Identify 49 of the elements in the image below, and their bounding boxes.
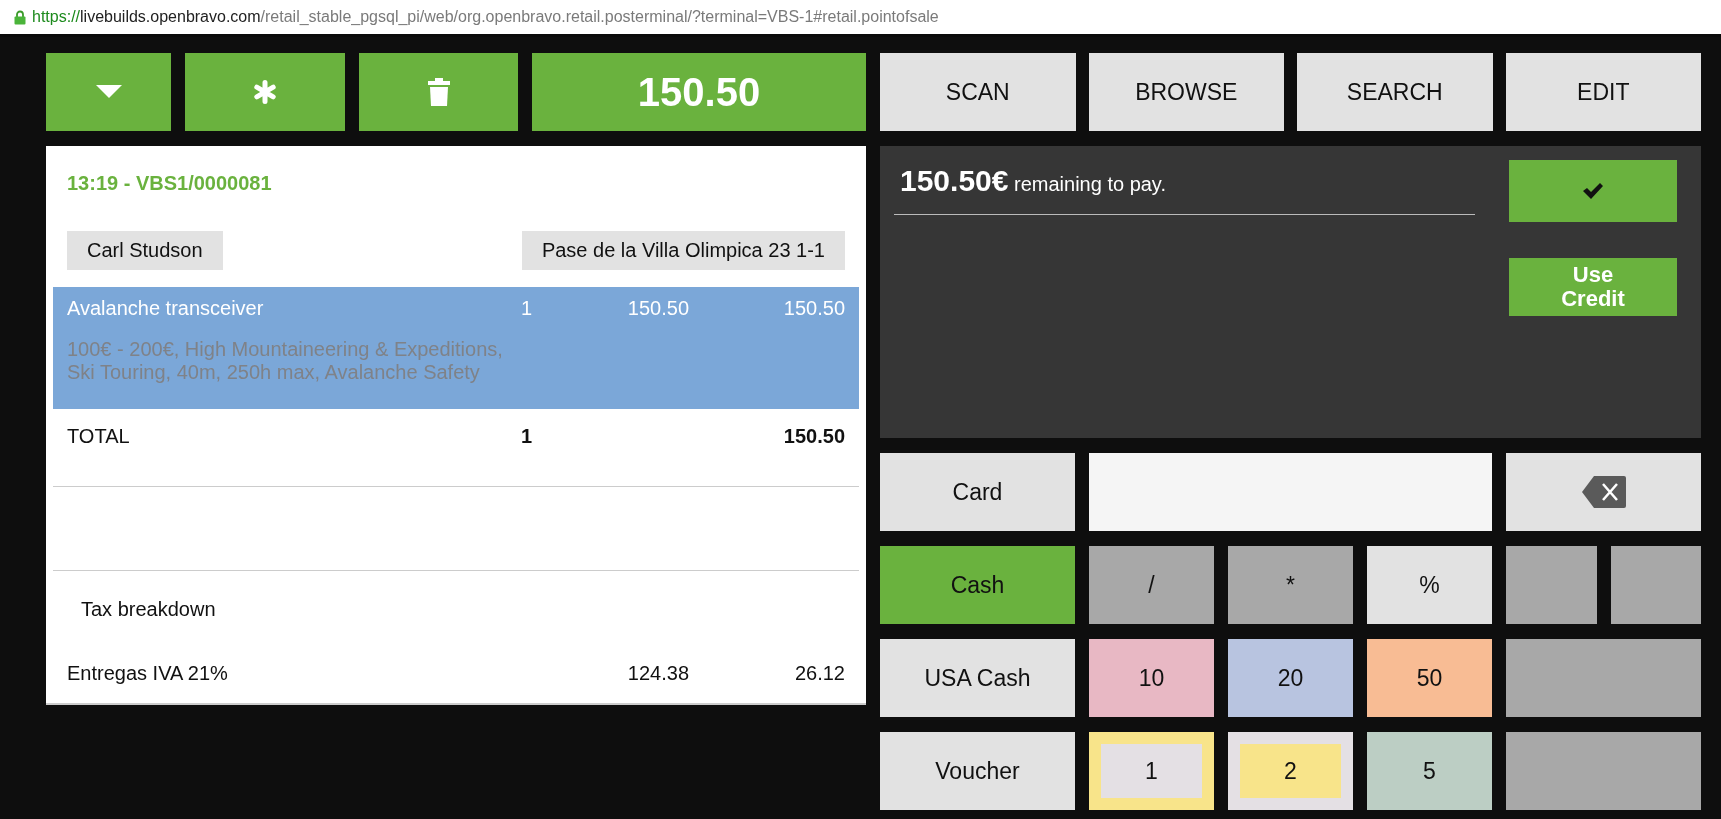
tab[interactable]: SEARCH <box>1297 53 1493 131</box>
caret-down-icon <box>95 85 122 99</box>
payment-method-button[interactable]: Card <box>880 453 1075 531</box>
remaining-to-pay-text: 150.50€ remaining to pay. <box>894 160 1475 215</box>
tax-name: Entregas IVA 21% <box>67 661 229 685</box>
keypad-key[interactable]: 2 <box>1228 732 1353 810</box>
line-amount: 150.50 <box>782 297 845 319</box>
tab[interactable]: SCAN <box>880 53 1076 131</box>
blank-key[interactable] <box>1506 546 1597 624</box>
keypad-key[interactable]: % <box>1367 546 1492 624</box>
keypad-key[interactable]: 10 <box>1089 639 1214 717</box>
tab[interactable]: EDIT <box>1505 53 1701 131</box>
blank-key[interactable] <box>1610 546 1701 624</box>
asterisk-icon <box>253 80 277 104</box>
keypad-key[interactable]: * <box>1228 546 1353 624</box>
payment-method-button[interactable]: Cash <box>880 546 1075 624</box>
customer-button[interactable]: Carl Studson <box>67 231 223 270</box>
tax-amount: 26.12 <box>793 661 845 685</box>
keypad-key[interactable]: 1 <box>1089 732 1214 810</box>
checkmark-icon <box>1583 183 1603 199</box>
trash-icon <box>427 78 450 106</box>
backspace-icon <box>1581 476 1626 508</box>
delete-button[interactable] <box>359 53 518 131</box>
keypad-key[interactable]: 20 <box>1228 639 1353 717</box>
tax-heading: Tax breakdown <box>81 598 216 620</box>
total-amount: 150.50 <box>783 425 845 447</box>
keypad-key[interactable]: 5 <box>1367 732 1492 810</box>
amount-input[interactable] <box>1089 453 1492 531</box>
lock-icon <box>14 9 26 25</box>
product-description: 100€ - 200€, High Mountaineering & Expeditions, Ski Touring, 40m, 250h max, Avalanche Safety <box>67 337 504 384</box>
keypad-key[interactable]: / <box>1089 546 1214 624</box>
total-quantity: 1 <box>520 425 532 447</box>
address-button[interactable]: Pase de la Villa Olimpica 23 1-1 <box>521 231 845 270</box>
keypad-key[interactable]: 50 <box>1367 639 1492 717</box>
payment-method-button[interactable]: Voucher <box>880 732 1075 810</box>
blank-key[interactable] <box>1506 639 1701 717</box>
blank-key[interactable] <box>1506 732 1701 810</box>
backspace-button[interactable] <box>1506 453 1701 531</box>
menu-button[interactable] <box>46 53 171 131</box>
done-button[interactable] <box>1509 160 1677 222</box>
tax-base: 124.38 <box>626 661 689 685</box>
line-price: 150.50 <box>626 297 689 319</box>
tab[interactable]: BROWSE <box>1088 53 1284 131</box>
order-number: 13:19 - VBS1/0000081 <box>67 172 272 194</box>
total-label: TOTAL <box>67 425 130 447</box>
payment-method-button[interactable]: USA Cash <box>880 639 1075 717</box>
line-quantity: 1 <box>519 297 532 319</box>
product-name: Avalanche transceiver <box>67 297 265 320</box>
new-order-button[interactable] <box>185 53 345 131</box>
